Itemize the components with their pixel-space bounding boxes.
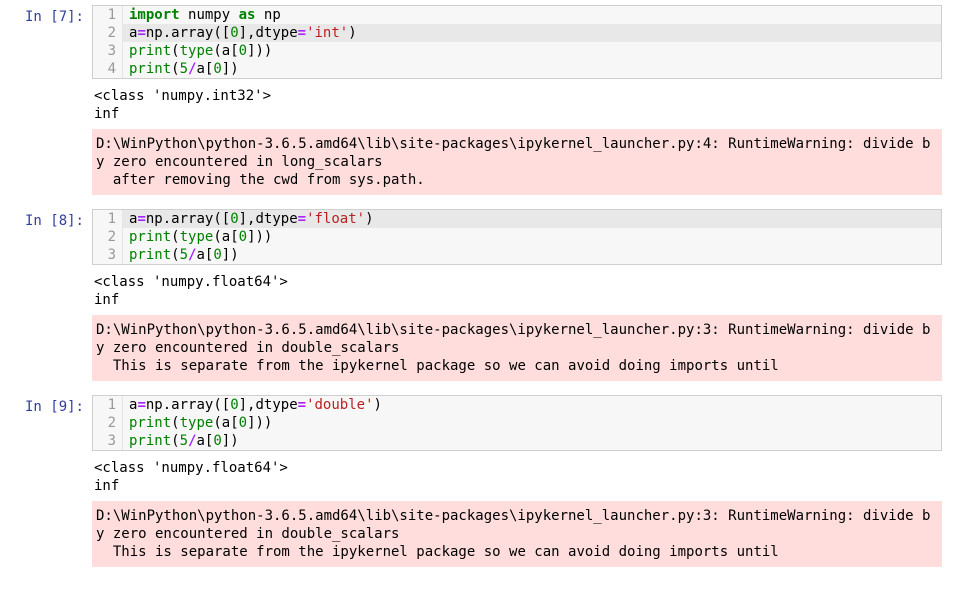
code-line[interactable]: 2a=np.array([0],dtype='int') bbox=[93, 24, 941, 42]
code-text[interactable]: print(type(a[0])) bbox=[123, 42, 941, 60]
notebook-container: In [7]:1import numpy as np2a=np.array([0… bbox=[2, 5, 952, 567]
input-prompt: In [9]: bbox=[2, 395, 92, 451]
line-number: 4 bbox=[93, 60, 123, 78]
code-text[interactable]: print(5/a[0]) bbox=[123, 246, 941, 264]
code-line[interactable]: 1a=np.array([0],dtype='float') bbox=[93, 210, 941, 228]
line-number: 1 bbox=[93, 210, 123, 228]
code-text[interactable]: a=np.array([0],dtype='double') bbox=[123, 396, 941, 414]
code-line[interactable]: 4print(5/a[0]) bbox=[93, 60, 941, 78]
code-input-area[interactable]: 1import numpy as np2a=np.array([0],dtype… bbox=[92, 5, 942, 79]
stdout-output: <class 'numpy.float64'> inf bbox=[92, 453, 942, 501]
input-prompt: In [7]: bbox=[2, 5, 92, 79]
code-line[interactable]: 1a=np.array([0],dtype='double') bbox=[93, 396, 941, 414]
code-text[interactable]: print(5/a[0]) bbox=[123, 432, 941, 450]
line-number: 2 bbox=[93, 228, 123, 246]
line-number: 3 bbox=[93, 246, 123, 264]
stderr-output: D:\WinPython\python-3.6.5.amd64\lib\site… bbox=[92, 129, 942, 195]
code-text[interactable]: a=np.array([0],dtype='int') bbox=[123, 24, 941, 42]
code-line[interactable]: 3print(5/a[0]) bbox=[93, 432, 941, 450]
stderr-output: D:\WinPython\python-3.6.5.amd64\lib\site… bbox=[92, 315, 942, 381]
code-cell: In [9]:1a=np.array([0],dtype='double')2p… bbox=[2, 395, 952, 451]
input-prompt: In [8]: bbox=[2, 209, 92, 265]
stdout-output: <class 'numpy.int32'> inf bbox=[92, 81, 942, 129]
code-line[interactable]: 2print(type(a[0])) bbox=[93, 228, 941, 246]
code-input-area[interactable]: 1a=np.array([0],dtype='double')2print(ty… bbox=[92, 395, 942, 451]
code-input-area[interactable]: 1a=np.array([0],dtype='float')2print(typ… bbox=[92, 209, 942, 265]
code-line[interactable]: 3print(type(a[0])) bbox=[93, 42, 941, 60]
stderr-output: D:\WinPython\python-3.6.5.amd64\lib\site… bbox=[92, 501, 942, 567]
line-number: 2 bbox=[93, 414, 123, 432]
line-number: 3 bbox=[93, 42, 123, 60]
code-line[interactable]: 2print(type(a[0])) bbox=[93, 414, 941, 432]
code-line[interactable]: 1import numpy as np bbox=[93, 6, 941, 24]
code-cell: In [8]:1a=np.array([0],dtype='float')2pr… bbox=[2, 209, 952, 265]
line-number: 1 bbox=[93, 396, 123, 414]
code-text[interactable]: print(5/a[0]) bbox=[123, 60, 941, 78]
code-cell: In [7]:1import numpy as np2a=np.array([0… bbox=[2, 5, 952, 79]
line-number: 3 bbox=[93, 432, 123, 450]
code-line[interactable]: 3print(5/a[0]) bbox=[93, 246, 941, 264]
code-text[interactable]: print(type(a[0])) bbox=[123, 228, 941, 246]
line-number: 2 bbox=[93, 24, 123, 42]
stdout-output: <class 'numpy.float64'> inf bbox=[92, 267, 942, 315]
code-text[interactable]: a=np.array([0],dtype='float') bbox=[123, 210, 941, 228]
code-text[interactable]: import numpy as np bbox=[123, 6, 941, 24]
line-number: 1 bbox=[93, 6, 123, 24]
code-text[interactable]: print(type(a[0])) bbox=[123, 414, 941, 432]
